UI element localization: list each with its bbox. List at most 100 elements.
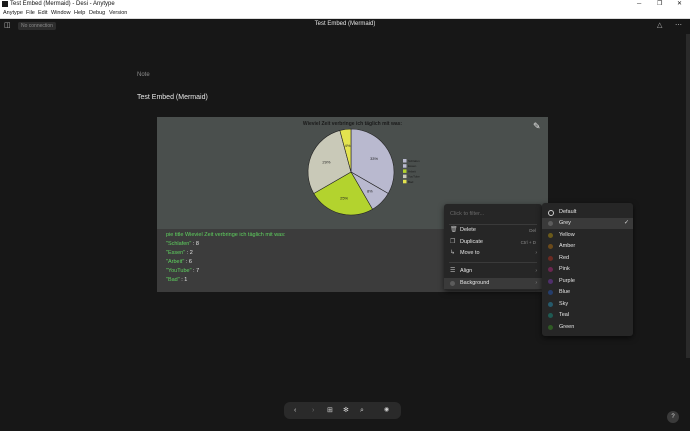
- legend-label: Arbeit: [408, 169, 416, 173]
- color-label: Teal: [559, 312, 570, 318]
- color-swatch: [548, 267, 553, 272]
- menu-filter-input[interactable]: Click to filter...: [444, 209, 542, 220]
- code-line: "Arbeit" : 6: [166, 259, 192, 265]
- legend-label: YouTube: [408, 175, 420, 179]
- code-line-title: pie title Wieviel Zeit verbringe ich täg…: [166, 232, 286, 238]
- header-doc-title[interactable]: Test Embed (Mermaid): [0, 21, 690, 27]
- title-bar: Test Embed (Mermaid) - Desi - Anytype ─ …: [0, 0, 690, 9]
- pie-slice-label: 33%: [370, 156, 378, 161]
- color-swatch: [548, 290, 553, 295]
- background-icon: [450, 281, 455, 286]
- minimize-icon[interactable]: ─: [637, 0, 641, 9]
- color-option-blue[interactable]: Blue: [542, 287, 633, 298]
- back-icon[interactable]: ‹: [294, 402, 296, 419]
- color-option-teal[interactable]: Teal: [542, 310, 633, 321]
- menu-item-delete[interactable]: 🗑 Delete Del: [444, 225, 542, 236]
- page-title[interactable]: Test Embed (Mermaid): [137, 94, 208, 101]
- trash-icon: 🗑: [450, 227, 458, 233]
- color-option-yellow[interactable]: Yellow: [542, 230, 633, 241]
- context-menu: Click to filter... 🗑 Delete Del ❐ Duplic…: [444, 204, 542, 290]
- bottom-navigation: ‹ › ⊞ ✻ ⌕ ◉: [284, 402, 401, 419]
- code-line: "Essen" : 2: [166, 250, 193, 256]
- color-swatch: [548, 244, 553, 249]
- sync-status-icon[interactable]: ◉: [384, 402, 389, 419]
- legend-swatch: [403, 169, 407, 173]
- legend-swatch: [403, 174, 407, 179]
- close-icon[interactable]: ✕: [677, 0, 682, 9]
- color-option-grey[interactable]: Grey ✓: [542, 218, 633, 229]
- menu-item-label: Duplicate: [460, 239, 483, 245]
- color-label: Pink: [559, 266, 570, 272]
- menu-item-align[interactable]: ☰ Align ›: [444, 266, 542, 277]
- filter-placeholder: Click to filter...: [450, 211, 485, 217]
- color-label: Sky: [559, 301, 569, 307]
- code-value: : 6: [184, 259, 192, 265]
- menu-anytype[interactable]: Anytype: [3, 9, 23, 18]
- color-option-green[interactable]: Green: [542, 322, 633, 333]
- menu-version[interactable]: Version: [109, 9, 127, 18]
- menu-item-background[interactable]: Background ›: [444, 278, 542, 289]
- menu-item-label: Move to: [460, 250, 480, 256]
- legend-swatch: [403, 159, 407, 163]
- color-option-sky[interactable]: Sky: [542, 299, 633, 310]
- background-color-menu: Default Grey ✓ Yellow Amber Red Pink Pur…: [542, 203, 633, 336]
- code-line: "Schlafen" : 8: [166, 241, 199, 247]
- color-option-purple[interactable]: Purple: [542, 276, 633, 287]
- color-option-pink[interactable]: Pink: [542, 264, 633, 275]
- menu-item-duplicate[interactable]: ❐ Duplicate Ctrl + D: [444, 237, 542, 248]
- menu-debug[interactable]: Debug: [89, 9, 105, 18]
- code-value: : 7: [191, 268, 200, 274]
- color-label: Amber: [559, 243, 576, 249]
- code-line: "YouTube" : 7: [166, 268, 199, 274]
- color-swatch: [548, 233, 553, 238]
- color-swatch: [548, 256, 553, 261]
- window-title: Test Embed (Mermaid) - Desi - Anytype: [10, 1, 115, 7]
- menu-bar: Anytype File Edit Window Help Debug Vers…: [0, 9, 690, 19]
- graph-icon[interactable]: ✻: [343, 402, 349, 419]
- breadcrumb: Note: [137, 72, 150, 78]
- legend-swatch: [403, 179, 407, 184]
- pie-slice-label: 8%: [367, 188, 373, 193]
- menu-item-label: Delete: [460, 227, 476, 233]
- color-label: Purple: [559, 278, 575, 284]
- color-option-amber[interactable]: Amber: [542, 241, 633, 252]
- menu-item-move-to[interactable]: ↳ Move to ›: [444, 248, 542, 259]
- color-label: Default: [559, 209, 577, 215]
- restore-icon[interactable]: ❐: [657, 0, 662, 9]
- color-label: Grey: [559, 220, 571, 226]
- code-line: "Bad" : 1: [166, 277, 187, 283]
- legend-swatch: [403, 164, 407, 168]
- legend-label: Essen: [408, 164, 417, 168]
- warning-icon[interactable]: △: [657, 21, 662, 29]
- color-option-red[interactable]: Red: [542, 253, 633, 264]
- color-label: Green: [559, 324, 575, 330]
- more-icon[interactable]: ⋯: [675, 21, 682, 29]
- forward-icon[interactable]: ›: [312, 402, 314, 419]
- code-value: : 1: [179, 277, 188, 283]
- color-label: Blue: [559, 289, 571, 295]
- menu-window[interactable]: Window: [51, 9, 71, 18]
- code-key: "YouTube": [166, 268, 192, 274]
- menu-item-label: Align: [460, 268, 473, 274]
- code-key: "Arbeit": [166, 259, 185, 265]
- color-swatch: [548, 221, 553, 226]
- chevron-right-icon: ›: [535, 280, 537, 286]
- check-icon: ✓: [623, 220, 629, 226]
- color-swatch: [548, 313, 553, 318]
- add-icon[interactable]: ⊞: [327, 402, 333, 419]
- menu-item-shortcut: Ctrl + D: [520, 240, 536, 245]
- app-logo-icon: [2, 1, 8, 7]
- color-option-default[interactable]: Default: [542, 207, 633, 218]
- menu-edit[interactable]: Edit: [38, 9, 47, 18]
- menu-item-label: Background: [460, 280, 490, 286]
- duplicate-icon: ❐: [450, 239, 456, 245]
- search-icon[interactable]: ⌕: [360, 402, 364, 419]
- scrollbar[interactable]: [686, 34, 690, 358]
- menu-file[interactable]: File: [26, 9, 35, 18]
- align-icon: ☰: [450, 268, 456, 274]
- color-swatch: [548, 302, 553, 307]
- menu-help[interactable]: Help: [74, 9, 85, 18]
- help-button[interactable]: ?: [667, 411, 679, 423]
- code-key: "Bad": [166, 277, 180, 283]
- move-icon: ↳: [450, 250, 456, 256]
